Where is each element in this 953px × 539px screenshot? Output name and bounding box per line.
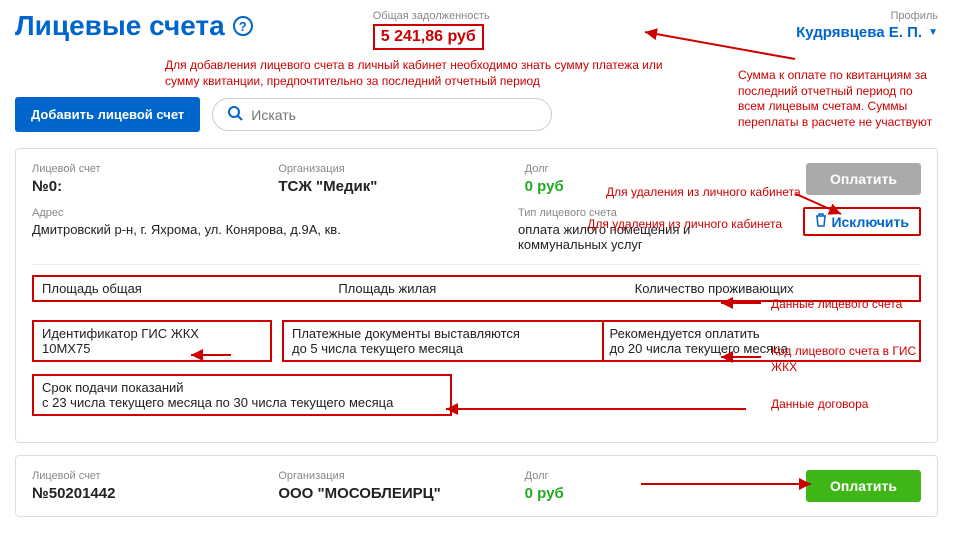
annotation-contract: Данные договора	[771, 397, 868, 413]
pay-button[interactable]: Оплатить	[806, 470, 921, 502]
org-label: Организация	[278, 470, 504, 482]
annotation-delete-text: Для удаления из личного кабинета	[606, 185, 801, 201]
debt-label: Общая задолженность	[373, 10, 490, 22]
add-account-button[interactable]: Добавить лицевой счет	[15, 97, 200, 132]
profile-name[interactable]: Кудрявцева Е. П. ▼	[796, 24, 938, 41]
annotation-debt: Сумма к оплате по квитанциям за последни…	[738, 68, 933, 130]
address-value: Дмитровский р-н, г. Яхрома, ул. Конярова…	[32, 222, 498, 237]
debt-label: Долг	[525, 470, 751, 482]
profile-label: Профиль	[796, 10, 938, 22]
chevron-down-icon: ▼	[928, 27, 938, 38]
debt-label: Долг	[525, 163, 751, 175]
account-label: Лицевой счет	[32, 470, 258, 482]
docs-value: до 5 числа текущего месяца	[292, 341, 594, 356]
readings-value: с 23 числа текущего месяца по 30 числа т…	[42, 395, 393, 410]
page-title: Лицевые счета ?	[15, 10, 253, 42]
area-total-label: Площадь общая	[42, 281, 318, 296]
profile-block[interactable]: Профиль Кудрявцева Е. П. ▼	[796, 10, 938, 41]
search-wrap[interactable]	[212, 98, 552, 131]
readings-label: Срок подачи показаний	[42, 380, 393, 395]
account-card: Лицевой счет №50201442 Организация ООО "…	[15, 455, 938, 517]
area-living-label: Площадь жилая	[338, 281, 614, 296]
gis-value: 10МХ75	[42, 341, 262, 356]
exclude-button[interactable]: Исключить	[803, 207, 921, 236]
trash-icon	[815, 213, 827, 230]
residents-label: Количество проживающих	[635, 281, 911, 296]
debt-value: 5 241,86 руб	[373, 24, 484, 50]
docs-label: Платежные документы выставляются	[292, 326, 594, 341]
debt-value: 0 руб	[525, 485, 751, 502]
account-value: №0:	[32, 178, 258, 195]
gis-label: Идентификатор ГИС ЖКХ	[42, 326, 262, 341]
account-value: №50201442	[32, 485, 258, 502]
org-label: Организация	[278, 163, 504, 175]
pay-button-disabled[interactable]: Оплатить	[806, 163, 921, 195]
account-card: Лицевой счет №0: Организация ТСЖ "Медик"…	[15, 148, 938, 443]
help-icon[interactable]: ?	[233, 16, 253, 36]
annotation-gis: Код лицевого счета в ГИС ЖКХ	[771, 344, 937, 375]
title-text: Лицевые счета	[15, 10, 225, 42]
org-value: ООО "МОСОБЛЕИРЦ"	[278, 485, 504, 502]
search-input[interactable]	[251, 107, 537, 123]
search-icon	[227, 105, 243, 124]
total-debt-block: Общая задолженность 5 241,86 руб	[373, 10, 490, 50]
annotation-data: Данные лицевого счета	[771, 297, 902, 313]
address-label: Адрес	[32, 207, 498, 219]
account-label: Лицевой счет	[32, 163, 258, 175]
rec-label: Рекомендуется оплатить	[610, 326, 912, 341]
annotation-add: Для добавления лицевого счета в личный к…	[165, 58, 665, 89]
org-value: ТСЖ "Медик"	[278, 178, 504, 195]
